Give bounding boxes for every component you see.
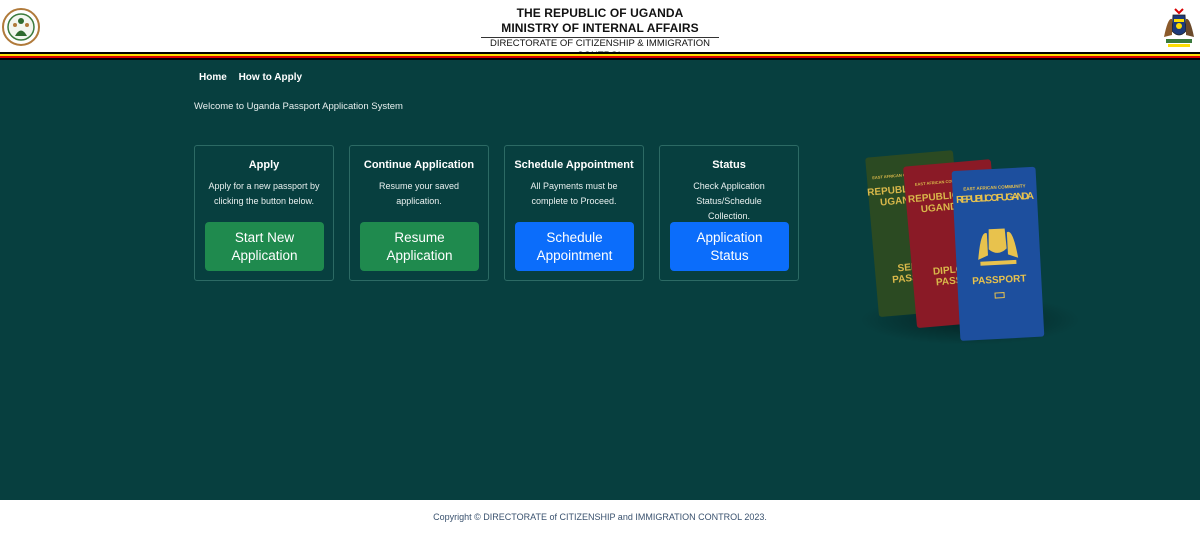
card-apply: Apply Apply for a new passport by clicki… — [194, 145, 334, 281]
card-schedule-appointment: Schedule Appointment All Payments must b… — [504, 145, 644, 281]
flag-stripes — [0, 52, 1200, 60]
site-header: THE REPUBLIC OF UGANDA MINISTRY OF INTER… — [0, 0, 1200, 61]
start-new-application-button[interactable]: Start New Application — [205, 222, 324, 271]
card-description: All Payments must be complete to Proceed… — [530, 181, 618, 206]
welcome-text: Welcome to Uganda Passport Application S… — [194, 101, 403, 112]
site-footer: Copyright © DIRECTORATE of CITIZENSHIP a… — [0, 500, 1200, 546]
card-status: Status Check Application Status/Schedule… — [659, 145, 799, 281]
card-title: Continue Application — [363, 159, 475, 171]
top-nav: Home How to Apply — [199, 72, 311, 83]
passports-image: EAST AFRICAN COMMUNITY REPUBLIC OF UGAND… — [860, 150, 1080, 345]
nav-how-to-apply-link[interactable]: How to Apply — [239, 72, 303, 83]
card-description: Resume your saved application. — [378, 181, 460, 206]
card-title: Apply — [248, 159, 280, 171]
card-continue-application: Continue Application Resume your saved a… — [349, 145, 489, 281]
ordinary-passport: EAST AFRICAN COMMUNITY REPUBLIC OF UGAND… — [951, 166, 1045, 341]
copyright-text: Copyright © DIRECTORATE of CITIZENSHIP a… — [433, 512, 767, 522]
application-status-button[interactable]: Application Status — [670, 222, 789, 271]
header-country: THE REPUBLIC OF UGANDA — [516, 6, 684, 20]
header-ministry: MINISTRY OF INTERNAL AFFAIRS — [501, 21, 699, 35]
resume-application-button[interactable]: Resume Application — [360, 222, 479, 271]
schedule-appointment-button[interactable]: Schedule Appointment — [515, 222, 634, 271]
card-title: Schedule Appointment — [514, 159, 634, 171]
nav-home-link[interactable]: Home — [199, 72, 227, 83]
card-title: Status — [712, 159, 746, 171]
card-description: Apply for a new passport by clicking the… — [208, 181, 320, 206]
card-description: Check Application Status/Schedule Collec… — [693, 181, 765, 221]
uganda-coat-of-arms-icon — [1164, 8, 1194, 47]
main-content: Home How to Apply Welcome to Uganda Pass… — [0, 60, 1200, 500]
